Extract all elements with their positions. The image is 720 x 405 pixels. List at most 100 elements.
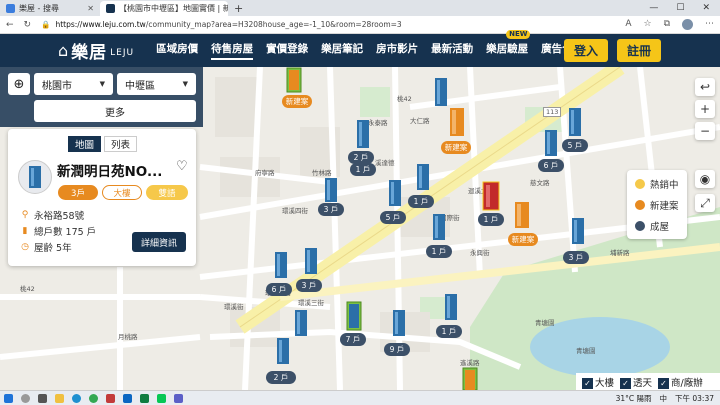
nav-videos[interactable]: 房市影片 bbox=[376, 41, 418, 60]
favorite-star-icon[interactable]: ☆ bbox=[643, 19, 651, 30]
filter-building[interactable]: ✓ 大樓 bbox=[582, 375, 614, 389]
building-icon bbox=[482, 181, 500, 211]
browser-tab-1[interactable]: 樂屋 - 搜尋 ✕ bbox=[0, 1, 100, 16]
toggle-visibility-button[interactable]: ◉ bbox=[695, 170, 715, 188]
back-arrow-button[interactable]: ↩ bbox=[695, 78, 715, 96]
hot-dot-icon bbox=[635, 179, 645, 189]
register-button[interactable]: 註冊 bbox=[617, 39, 661, 62]
start-icon[interactable] bbox=[4, 393, 13, 403]
browser-tab-2[interactable]: 【桃園市中壢區】地圖實價 | 新 ✕ bbox=[100, 1, 228, 16]
units-row: ▮ 總戶數 175 戶 bbox=[20, 224, 97, 238]
weather-status[interactable]: 31°C 陽雨 bbox=[616, 393, 652, 404]
site-header: ⌂ 樂居 LEJU 區域房價 待售房屋 實價登錄 樂居筆記 房市影片 最新活動 … bbox=[0, 30, 720, 67]
tab-map[interactable]: 地圖 bbox=[68, 136, 102, 152]
property-title[interactable]: 新潤明日苑NO... bbox=[57, 160, 162, 180]
legend-item-existing[interactable]: 成屋 bbox=[635, 219, 669, 233]
close-tab-icon[interactable]: ✕ bbox=[87, 4, 94, 13]
app-icon[interactable] bbox=[106, 393, 115, 403]
route-shield: 113 bbox=[543, 107, 562, 117]
menu-dots-icon[interactable]: ⋯ bbox=[705, 19, 714, 30]
address-bar: ← ↻ 🔒 https://www.leju.com.tw/community_… bbox=[0, 16, 720, 34]
building-icon bbox=[295, 310, 307, 336]
road-label: 慈文路 bbox=[530, 179, 550, 187]
property-card[interactable]: 新潤明日苑NO... ♡ 3戶 大樓 雙語 ⚲ 永裕路58號 ▮ 總戶數 175… bbox=[16, 158, 190, 259]
building-icon bbox=[325, 178, 337, 202]
road-label: 永興街 bbox=[470, 249, 490, 257]
road-label: 月桃路 bbox=[118, 333, 138, 341]
new-tab-button[interactable]: + bbox=[234, 2, 243, 15]
road-label: 永泰路 bbox=[368, 119, 388, 127]
task-view-icon[interactable] bbox=[38, 393, 47, 403]
search-icon[interactable] bbox=[21, 393, 30, 403]
legend-item-new[interactable]: 新建案 bbox=[635, 198, 679, 212]
fullscreen-button[interactable]: ⤢ bbox=[695, 194, 715, 212]
chrome-icon[interactable] bbox=[89, 393, 98, 403]
building-icon bbox=[450, 108, 464, 136]
legend-item-hot[interactable]: 熱銷中 bbox=[635, 177, 679, 191]
road-label: 溪達德 bbox=[375, 159, 395, 167]
zoom-out-button[interactable]: − bbox=[695, 122, 715, 140]
excel-icon[interactable] bbox=[140, 393, 149, 403]
zoom-in-button[interactable]: + bbox=[695, 100, 715, 118]
refresh-icon[interactable]: ↻ bbox=[24, 20, 32, 30]
collections-icon[interactable]: ⧉ bbox=[664, 19, 670, 30]
road-label: 桃42 bbox=[20, 285, 35, 293]
road-label: 大仁路 bbox=[410, 117, 430, 125]
back-icon[interactable]: ← bbox=[6, 20, 14, 30]
checkbox-checked-icon[interactable]: ✓ bbox=[658, 377, 670, 389]
close-window-icon[interactable]: ✕ bbox=[702, 3, 710, 13]
filter-commercial[interactable]: ✓ 商/廠辦 bbox=[658, 375, 703, 389]
city-select[interactable]: 桃園市 ▼ bbox=[34, 73, 113, 95]
word-icon[interactable] bbox=[123, 393, 132, 403]
file-explorer-icon[interactable] bbox=[55, 393, 64, 403]
building-icon bbox=[435, 78, 447, 106]
login-button[interactable]: 登入 bbox=[564, 39, 608, 62]
nav-notes[interactable]: 樂居筆記 bbox=[321, 41, 363, 60]
details-button[interactable]: 詳細資訊 bbox=[132, 232, 186, 252]
windows-taskbar: 31°C 陽雨 中 下午 03:37 bbox=[0, 390, 720, 405]
language-indicator[interactable]: 中 bbox=[660, 393, 668, 404]
minimize-icon[interactable]: — bbox=[649, 3, 658, 13]
expand-icon: ⤢ bbox=[700, 195, 710, 210]
units-chip: 3戶 bbox=[58, 185, 98, 200]
locate-me-button[interactable]: ⊕ bbox=[8, 73, 30, 95]
nav-for-sale[interactable]: 待售房屋 bbox=[211, 41, 254, 60]
nav-actual-price[interactable]: 實價登錄 bbox=[266, 41, 308, 60]
return-icon: ↩ bbox=[699, 80, 711, 94]
filter-townhouse[interactable]: ✓ 透天 bbox=[620, 375, 652, 389]
building-type-filter: ✓ 大樓 ✓ 透天 ✓ 商/廠辦 bbox=[576, 373, 720, 390]
checkbox-checked-icon[interactable]: ✓ bbox=[582, 377, 593, 389]
edge-icon[interactable] bbox=[72, 393, 81, 403]
nav-area-price[interactable]: 區域房價 bbox=[156, 41, 198, 60]
url-field[interactable]: 🔒 https://www.leju.com.tw/community_map?… bbox=[41, 20, 511, 29]
building-icon bbox=[305, 248, 317, 274]
district-select[interactable]: 中壢區 ▼ bbox=[117, 73, 196, 95]
minus-icon: − bbox=[699, 124, 711, 138]
building-icon bbox=[569, 108, 581, 136]
eye-icon: ◉ bbox=[699, 172, 711, 186]
nav-events[interactable]: 最新活動 bbox=[431, 41, 473, 60]
caret-down-icon: ▼ bbox=[99, 80, 105, 88]
browser-tab-bar: 樂屋 - 搜尋 ✕ 【桃園市中壢區】地圖實價 | 新 ✕ + — ☐ ✕ bbox=[0, 0, 720, 16]
nav-inspection[interactable]: 樂居驗屋 NEW bbox=[486, 30, 531, 60]
building-icon bbox=[572, 218, 584, 244]
teams-icon[interactable] bbox=[174, 393, 183, 403]
property-panel: 地圖 列表 新潤明日苑NO... ♡ 3戶 大樓 雙語 ⚲ 永裕路58號 ▮ 總… bbox=[8, 129, 196, 266]
more-filters-button[interactable]: 更多 bbox=[34, 100, 196, 122]
profile-avatar[interactable] bbox=[682, 19, 693, 30]
line-icon[interactable] bbox=[157, 393, 166, 403]
caret-down-icon: ▼ bbox=[182, 80, 188, 88]
leju-logo[interactable]: ⌂ 樂居 LEJU bbox=[58, 38, 134, 63]
maximize-icon[interactable]: ☐ bbox=[676, 3, 684, 13]
building-icon bbox=[389, 180, 401, 206]
tab-list[interactable]: 列表 bbox=[104, 136, 138, 152]
logo-mark-icon: ⌂ bbox=[58, 41, 69, 60]
road-label: 埔新路 bbox=[610, 249, 630, 257]
clock[interactable]: 下午 03:37 bbox=[675, 393, 714, 404]
property-thumbnail bbox=[18, 160, 52, 194]
favorite-heart-icon[interactable]: ♡ bbox=[176, 159, 188, 174]
read-aloud-icon[interactable]: A bbox=[625, 19, 631, 30]
checkbox-checked-icon[interactable]: ✓ bbox=[620, 377, 632, 389]
new-dot-icon bbox=[635, 200, 645, 210]
pin-icon: ⚲ bbox=[21, 210, 29, 220]
